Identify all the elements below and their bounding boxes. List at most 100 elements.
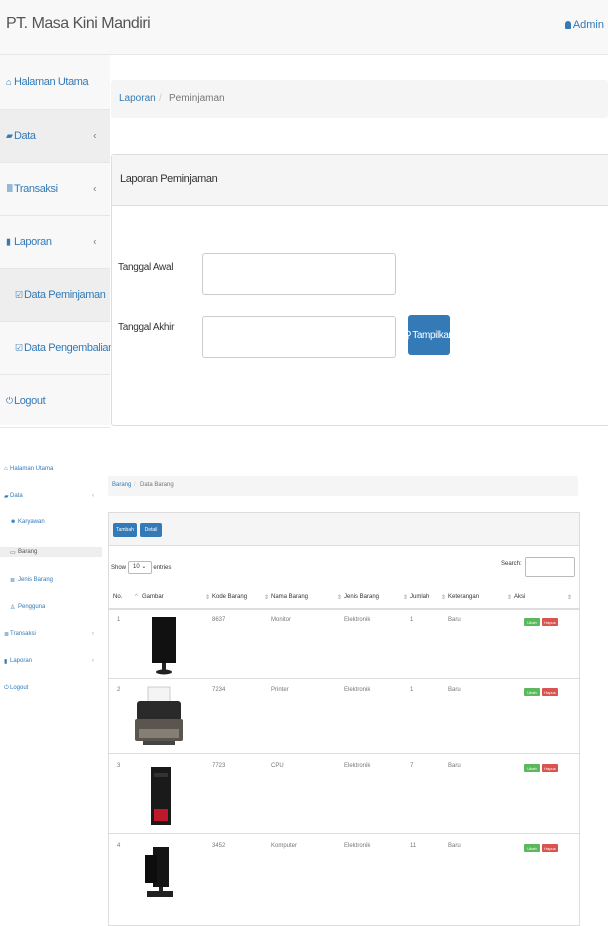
sidebar-item-label: Logout [14, 395, 46, 407]
checkbox-icon: ☑ [15, 342, 23, 353]
cell-nama: Printer [271, 687, 289, 693]
cell-jumlah: 11 [410, 843, 417, 849]
end-date-label: Tanggal Akhir [118, 322, 175, 333]
sidebar-item-label: Halaman Utama [14, 76, 89, 88]
checkbox-icon: ☑ [15, 289, 23, 300]
user-icon [564, 21, 571, 29]
show-report-button[interactable]: ⚲ Tampilkan [404, 315, 454, 355]
top-navbar: PT. Masa Kini Mandiri Admin [0, 0, 608, 55]
sidebar-item-halaman-utama[interactable]: ⌂ Halaman Utama [0, 55, 110, 110]
inner-sidebar-item-barang[interactable]: ▭ Barang [0, 547, 102, 557]
column-header-jumlah[interactable]: Jumlah [410, 594, 429, 600]
list-icon: ≣ [4, 632, 10, 638]
home-icon: ⌂ [6, 77, 12, 87]
edit-button[interactable]: Ubah [524, 618, 540, 626]
computer-image [145, 847, 173, 897]
start-date-input[interactable] [202, 253, 396, 295]
entries-select[interactable]: 10 ⌄ [127, 561, 152, 574]
panel-title: Laporan Peminjaman [120, 173, 218, 185]
data-barang-panel: Tambah Detail Show 10 ⌄ entries Search: … [108, 512, 580, 926]
inner-sidebar-label: Transaksi [10, 631, 36, 637]
sort-icon: ⇕ [205, 595, 211, 601]
sidebar-item-data-pengembalian[interactable]: ☑ Data Pengembalian [0, 322, 114, 375]
sidebar-item-label: Laporan [14, 236, 52, 248]
list-icon: ≣ [10, 578, 16, 584]
cell-kode: 3452 [212, 843, 226, 849]
chevron-left-icon: ‹ [93, 130, 96, 142]
column-header-kode[interactable]: Kode Barang [212, 594, 247, 600]
entries-value: 10 [132, 564, 140, 570]
detail-button[interactable]: Detail [140, 523, 162, 537]
cpu-image [151, 767, 171, 825]
delete-button[interactable]: Hapus [542, 844, 558, 852]
edit-button[interactable]: Ubah [524, 764, 540, 772]
chevron-left-icon: ‹ [92, 493, 94, 499]
sidebar-item-laporan[interactable]: ▮ Laporan ‹ [0, 216, 110, 269]
column-header-keterangan[interactable]: Keterangan [448, 594, 479, 600]
folder-icon: ▰ [6, 130, 13, 141]
cell-no: 4 [117, 843, 121, 849]
monitor-icon: ▭ [10, 550, 16, 556]
show-label: Show [111, 565, 127, 572]
admin-user-menu[interactable]: Admin [564, 19, 604, 31]
power-icon: ⏻ [4, 685, 9, 691]
users-icon: ☻ [10, 519, 17, 525]
cell-nama: Komputer [271, 843, 298, 849]
cell-no: 3 [117, 763, 121, 769]
sort-asc-icon: ^ [135, 594, 138, 600]
inner-sidebar-label: Pengguna [18, 604, 46, 610]
chevron-left-icon: ‹ [92, 658, 94, 664]
cell-jenis: Elektronik [344, 843, 371, 849]
folder-icon: ▰ [4, 494, 9, 500]
edit-button[interactable]: Ubah [524, 844, 540, 852]
inner-sidebar-label: Data [10, 493, 23, 499]
row-divider [109, 753, 579, 754]
end-date-input[interactable] [202, 316, 396, 358]
inner-breadcrumb-link[interactable]: Barang [112, 482, 131, 488]
cell-nama: Monitor [271, 617, 292, 623]
sidebar-item-logout[interactable]: ⏻ Logout [0, 375, 110, 428]
add-button[interactable]: Tambah [113, 523, 137, 537]
search-input[interactable] [525, 557, 575, 577]
cell-jenis: Elektronik [344, 617, 371, 623]
panel-heading: Laporan Peminjaman [112, 155, 608, 206]
inner-breadcrumb-separator: / [134, 482, 136, 488]
cell-no: 2 [117, 687, 121, 693]
inner-breadcrumb: Barang / Data Barang [108, 476, 578, 496]
row-divider [109, 833, 579, 834]
cell-keterangan: Baru [448, 687, 461, 693]
cell-keterangan: Baru [448, 843, 461, 849]
chevron-left-icon: ‹ [93, 236, 96, 248]
column-header-aksi[interactable]: Aksi [514, 594, 525, 600]
column-header-jenis[interactable]: Jenis Barang [344, 594, 379, 600]
edit-button[interactable]: Ubah [524, 688, 540, 696]
sidebar-item-data-peminjaman[interactable]: ☑ Data Peminjaman [0, 269, 110, 322]
printer-image [135, 686, 183, 745]
delete-button[interactable]: Hapus [542, 688, 558, 696]
entries-label: entries [153, 565, 172, 572]
file-icon: ▮ [6, 236, 11, 247]
breadcrumb-link-laporan[interactable]: Laporan [119, 93, 156, 104]
inner-sidebar-label: Logout [10, 685, 29, 691]
cell-keterangan: Baru [448, 617, 461, 623]
sidebar-item-label: Data [14, 130, 36, 142]
brand-title[interactable]: PT. Masa Kini Mandiri [6, 15, 151, 33]
delete-button[interactable]: Hapus [542, 764, 558, 772]
cell-nama: CPU [271, 763, 284, 769]
user-icon: ♙ [10, 605, 16, 611]
inner-sidebar-label: Jenis Barang [18, 577, 54, 583]
table-search: Search: [501, 557, 575, 577]
sidebar-item-data[interactable]: ▰ Data ‹ [0, 110, 110, 163]
column-header-no[interactable]: No. [113, 594, 122, 600]
sidebar-item-transaksi[interactable]: ≣ Transaksi ‹ [0, 163, 110, 216]
sidebar-item-label: Data Pengembalian [24, 342, 114, 354]
sort-icon: ⇕ [264, 595, 270, 601]
sidebar: ⌂ Halaman Utama ▰ Data ‹ ≣ Transaksi ‹ ▮… [0, 55, 114, 428]
admin-label: Admin [572, 19, 604, 31]
cell-kode: 7723 [212, 763, 226, 769]
column-header-nama[interactable]: Nama Barang [271, 594, 308, 600]
delete-button[interactable]: Hapus [542, 618, 558, 626]
search-icon: ⚲ [404, 329, 412, 341]
button-label: Tampilkan [412, 329, 454, 341]
column-header-gambar[interactable]: Gambar [142, 594, 164, 600]
